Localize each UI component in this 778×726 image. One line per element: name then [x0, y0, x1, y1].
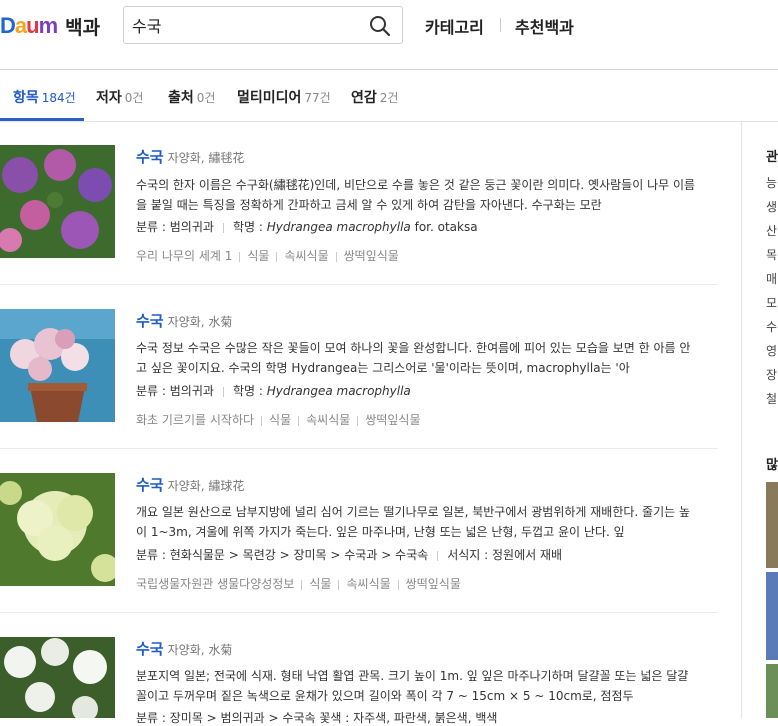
- sidebar-item[interactable]: 목: [766, 246, 777, 263]
- result-divider: [0, 612, 718, 613]
- tab-label: 저자: [96, 90, 122, 106]
- tab-count: 77건: [304, 91, 331, 105]
- sidebar-item[interactable]: 생: [766, 198, 777, 215]
- sidebar-heading: 관: [766, 150, 778, 165]
- result-tags: 우리 나무의 세계 1 식물 속씨식물 쌍떡잎식물: [136, 247, 399, 264]
- sidebar-item[interactable]: 수: [766, 318, 777, 335]
- result-description[interactable]: 개요 일본 원산으로 남부지방에 널리 심어 기르는 떨기나무로 일본, 북반구…: [136, 502, 698, 542]
- nav-recommended-link[interactable]: 추천백과: [515, 14, 574, 38]
- tag-link[interactable]: 쌍떡잎식물: [406, 577, 461, 591]
- tab-multimedia[interactable]: 멀티미디어 77건: [237, 87, 331, 107]
- tag-link[interactable]: 속씨식물: [346, 577, 390, 591]
- tab-label: 출처: [168, 90, 194, 106]
- result-title: 수국 자양화, 水菊: [136, 638, 232, 659]
- source-link[interactable]: 국립생물자원관 생물다양성정보: [136, 577, 294, 591]
- search-input[interactable]: [132, 14, 357, 36]
- search-box: [123, 6, 403, 44]
- nav-divider: [500, 18, 501, 32]
- tag-link[interactable]: 식물: [247, 249, 269, 263]
- result-description[interactable]: 수국의 한자 이름은 수구화(繡毬花)인데, 비단으로 수를 놓은 것 같은 둥…: [136, 175, 698, 215]
- result-divider: [0, 284, 718, 285]
- sidebar-item[interactable]: 모: [766, 294, 777, 311]
- result-subtitle: 자양화, 水菊: [167, 643, 233, 657]
- sidebar-item[interactable]: 철: [766, 390, 777, 407]
- result-tags: 화초 기르기를 시작하다 식물 속씨식물 쌍떡잎식물: [136, 411, 421, 428]
- daum-logo[interactable]: Daum 백과: [0, 12, 100, 40]
- sidebar-item[interactable]: 능: [766, 174, 777, 191]
- source-link[interactable]: 우리 나무의 세계 1: [136, 249, 232, 263]
- sidebar-thumb[interactable]: [766, 482, 778, 568]
- result-title: 수국 자양화, 繡毬花: [136, 146, 244, 167]
- tab-label: 멀티미디어: [237, 90, 302, 106]
- result-meta: 분류 : 현화식물문 > 목련강 > 장미목 > 수국과 > 수국속 서식지 : …: [136, 548, 563, 562]
- result-title-link[interactable]: 수국: [136, 148, 164, 166]
- sidebar-item[interactable]: 영: [766, 342, 777, 359]
- result-thumbnail[interactable]: [0, 473, 115, 586]
- sidebar-heading-2: 많: [766, 458, 778, 473]
- result-tags: 국립생물자원관 생물다양성정보 식물 속씨식물 쌍떡잎식물: [136, 575, 461, 592]
- tag-link[interactable]: 식물: [269, 413, 291, 427]
- nav-category-link[interactable]: 카테고리: [425, 14, 484, 38]
- logo-wordmark: Daum: [0, 13, 58, 38]
- tab-count: 0건: [124, 91, 144, 105]
- source-link[interactable]: 화초 기르기를 시작하다: [136, 413, 254, 427]
- result-tabs: 항목 184건 저자 0건 출처 0건 멀티미디어 77건 연감 2건: [0, 70, 778, 122]
- search-icon[interactable]: [368, 14, 392, 38]
- result-meta: 분류 : 범의귀과 학명 : Hydrangea macrophylla for.…: [136, 220, 478, 234]
- sidebar-item[interactable]: 산: [766, 222, 777, 239]
- result-thumbnail[interactable]: [0, 145, 115, 258]
- header: Daum 백과 카테고리 추천백과: [0, 0, 778, 70]
- tag-link[interactable]: 쌍떡잎식물: [344, 249, 399, 263]
- result-description[interactable]: 수국 정보 수국은 수많은 작은 꽃들이 모여 하나의 꽃을 완성합니다. 한여…: [136, 338, 698, 378]
- result-title-link[interactable]: 수국: [136, 476, 164, 494]
- tab-sources[interactable]: 출처 0건: [168, 87, 215, 107]
- result-title: 수국 자양화, 繡球花: [136, 474, 244, 495]
- result-divider: [0, 448, 718, 449]
- result-title: 수국 자양화, 水菊: [136, 310, 232, 331]
- result-thumbnail[interactable]: [0, 637, 115, 718]
- result-title-link[interactable]: 수국: [136, 312, 164, 330]
- tag-link[interactable]: 속씨식물: [306, 413, 350, 427]
- sidebar-divider: [741, 122, 742, 718]
- result-subtitle: 자양화, 繡毬花: [167, 151, 245, 165]
- result-thumbnail[interactable]: [0, 309, 115, 422]
- tab-count: 2건: [379, 91, 399, 105]
- sidebar-item[interactable]: 장: [766, 366, 777, 383]
- tab-label: 연감: [351, 90, 377, 106]
- result-title-link[interactable]: 수국: [136, 640, 164, 658]
- tab-label: 항목: [13, 90, 39, 106]
- result-description[interactable]: 분포지역 일본; 전국에 식재. 형태 낙엽 활엽 관목. 크기 높이 1m. …: [136, 666, 698, 706]
- tab-count: 184건: [41, 91, 76, 105]
- tab-items[interactable]: 항목 184건: [13, 87, 76, 107]
- tab-authors[interactable]: 저자 0건: [96, 87, 143, 107]
- logo-title[interactable]: 백과: [65, 13, 100, 40]
- tag-link[interactable]: 쌍떡잎식물: [365, 413, 420, 427]
- result-subtitle: 자양화, 水菊: [167, 315, 233, 329]
- sidebar-thumb[interactable]: [766, 664, 778, 718]
- result-meta: 분류 : 범의귀과 학명 : Hydrangea macrophylla: [136, 384, 411, 398]
- tab-yearbook[interactable]: 연감 2건: [351, 87, 398, 107]
- tag-link[interactable]: 식물: [309, 577, 331, 591]
- result-subtitle: 자양화, 繡球花: [167, 479, 245, 493]
- tag-link[interactable]: 속씨식물: [284, 249, 328, 263]
- active-tab-indicator: [0, 118, 84, 121]
- tab-count: 0건: [196, 91, 216, 105]
- sidebar-thumb[interactable]: [766, 572, 778, 660]
- sidebar-item[interactable]: 매: [766, 270, 777, 287]
